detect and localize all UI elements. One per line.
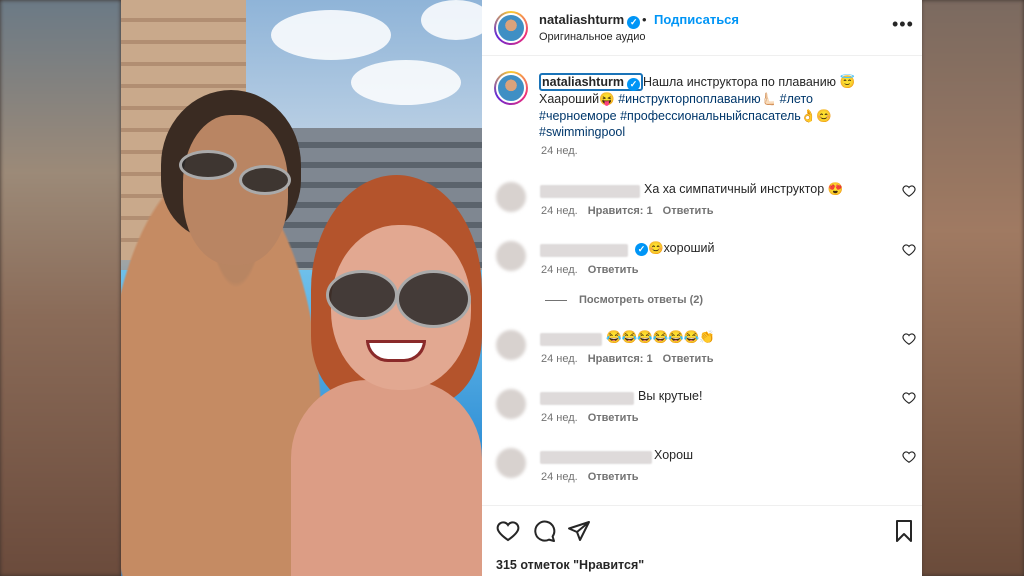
hashtag-link[interactable]: #черноеморе xyxy=(539,109,617,123)
heart-icon[interactable] xyxy=(902,184,916,198)
comment-timestamp[interactable]: 24 нед. xyxy=(541,353,578,365)
reply-button[interactable]: Ответить xyxy=(588,264,639,276)
comment-text: 😂😂😂😂😂😂👏 xyxy=(606,330,715,344)
commenter-username-blurred[interactable] xyxy=(540,244,628,257)
comment-timestamp[interactable]: 24 нед. xyxy=(541,264,578,276)
comment-item: Ха ха симпатичный инструктор 😍 24 нед. Нр… xyxy=(482,180,922,230)
comment-text: Ха ха симпатичный инструктор 😍 xyxy=(644,182,844,196)
comment-item: ✓ 😊хороший 24 нед. Ответить xyxy=(482,239,922,289)
hashtag-link[interactable]: #лето xyxy=(780,92,813,106)
original-audio-link[interactable]: Оригинальное аудио xyxy=(539,31,646,43)
commenter-username-blurred[interactable] xyxy=(540,185,640,198)
hashtag-link[interactable]: #swimmingpool xyxy=(539,125,625,139)
woman-sunglasses-left xyxy=(326,270,398,320)
reply-button[interactable]: Ответить xyxy=(663,205,714,217)
commenter-avatar[interactable] xyxy=(496,241,526,271)
comment-item: Вы крутые! 24 нед. Ответить xyxy=(482,387,922,437)
heart-icon[interactable] xyxy=(496,519,520,543)
comment-meta: 24 нед. Ответить xyxy=(541,412,649,424)
follow-button[interactable]: Подписаться xyxy=(654,12,739,27)
caption-text: nataliashturm ✓ Нашла инструктора по плава… xyxy=(539,73,856,139)
author-avatar[interactable] xyxy=(494,11,528,45)
author-username[interactable]: nataliashturm ✓ xyxy=(539,12,641,29)
cloud xyxy=(271,10,391,60)
comment-timestamp[interactable]: 24 нед. xyxy=(541,412,578,424)
verified-icon: ✓ xyxy=(635,243,648,256)
post-header: nataliashturm ✓ • Подписаться Оригинально… xyxy=(482,0,922,56)
cloud xyxy=(421,0,482,40)
reply-button[interactable]: Ответить xyxy=(588,471,639,483)
comment-likes[interactable]: Нравится: 1 xyxy=(588,353,653,365)
commenter-avatar[interactable] xyxy=(496,389,526,419)
reply-button[interactable]: Ответить xyxy=(588,412,639,424)
blurred-background-right xyxy=(921,0,1024,576)
commenter-avatar[interactable] xyxy=(496,330,526,360)
post-panel: nataliashturm ✓ • Подписаться Оригинально… xyxy=(482,0,922,576)
comment-item: 😂😂😂😂😂😂👏 24 нед. Нравится: 1 Ответить xyxy=(482,328,922,378)
comment-likes[interactable]: Нравится: 1 xyxy=(588,205,653,217)
comment-item: Хорош 24 нед. Ответить xyxy=(482,446,922,496)
commenter-username-blurred[interactable] xyxy=(540,451,652,464)
caption-author-avatar[interactable] xyxy=(494,71,528,105)
reply-button[interactable]: Ответить xyxy=(663,353,714,365)
comment-meta: 24 нед. Нравится: 1 Ответить xyxy=(541,353,723,365)
comment-timestamp[interactable]: 24 нед. xyxy=(541,471,578,483)
verified-icon: ✓ xyxy=(626,78,640,91)
blurred-background-left xyxy=(0,0,121,576)
view-replies-button[interactable]: Посмотреть ответы (2) xyxy=(545,294,703,306)
comment-timestamp[interactable]: 24 нед. xyxy=(541,205,578,217)
man-sunglasses-left xyxy=(179,150,237,180)
comment-icon[interactable] xyxy=(532,519,556,543)
comment-meta: 24 нед. Ответить xyxy=(541,471,649,483)
heart-icon[interactable] xyxy=(902,332,916,346)
comment-text: 😊хороший xyxy=(648,241,715,255)
commenter-username-blurred[interactable] xyxy=(540,392,634,405)
caption-timestamp[interactable]: 24 нед. xyxy=(541,145,578,157)
woman-sunglasses-right xyxy=(396,270,471,328)
commenter-avatar[interactable] xyxy=(496,182,526,212)
separator-dot: • xyxy=(642,12,647,27)
comment-text: Вы крутые! xyxy=(638,389,703,403)
replies-divider xyxy=(545,299,567,301)
comment-meta: 24 нед. Ответить xyxy=(541,264,649,276)
cloud xyxy=(351,60,461,105)
bookmark-icon[interactable] xyxy=(892,519,916,543)
man-sunglasses-right xyxy=(239,165,291,195)
heart-icon[interactable] xyxy=(902,243,916,257)
heart-icon[interactable] xyxy=(902,450,916,464)
hashtag-link[interactable]: #профессиональныйспасатель xyxy=(620,109,801,123)
comment-meta: 24 нед. Нравится: 1 Ответить xyxy=(541,205,723,217)
hashtag-link[interactable]: #инструкторпоплаванию xyxy=(618,92,760,106)
comment-text: Хорош xyxy=(654,448,694,462)
verified-icon: ✓ xyxy=(627,16,641,29)
commenter-avatar[interactable] xyxy=(496,448,526,478)
heart-icon[interactable] xyxy=(902,391,916,405)
caption-username[interactable]: nataliashturm ✓ xyxy=(539,73,643,91)
post-action-bar: 315 отметок "Нравится" xyxy=(482,505,922,576)
share-icon[interactable] xyxy=(567,519,591,543)
commenter-username-blurred[interactable] xyxy=(540,333,602,346)
likes-count[interactable]: 315 отметок "Нравится" xyxy=(496,558,644,572)
post-media-video[interactable] xyxy=(121,0,482,576)
woman-body xyxy=(291,380,482,576)
more-options-icon[interactable]: ••• xyxy=(892,14,914,35)
